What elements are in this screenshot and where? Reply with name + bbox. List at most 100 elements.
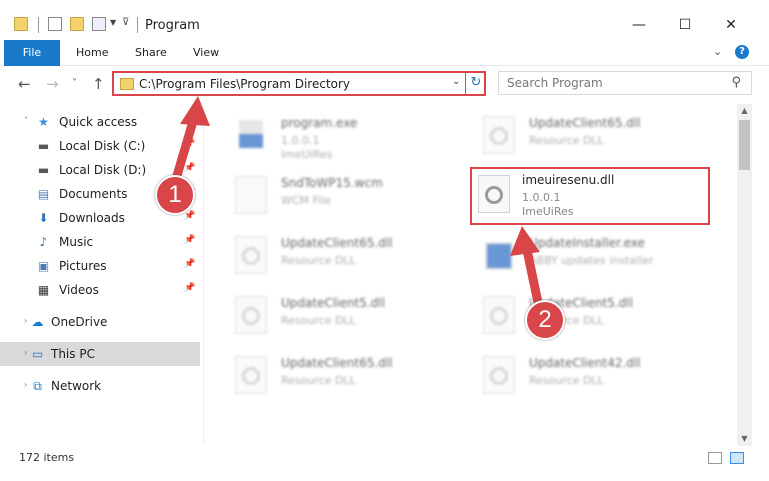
pin-icon: 📌 (184, 163, 196, 173)
documents-icon: ▤ (37, 187, 50, 201)
chevron-right-icon[interactable]: › (24, 380, 27, 389)
expand-ribbon-icon[interactable]: ⌄ (713, 45, 722, 58)
sidebar-item-label: This PC (51, 347, 95, 361)
maximize-button[interactable]: ☐ (662, 10, 708, 40)
dll-file-icon (478, 175, 510, 213)
divider (137, 17, 138, 33)
step-badge-1: 1 (155, 175, 195, 215)
cloud-icon: ☁ (31, 315, 44, 329)
exe-file-icon (235, 116, 267, 154)
sidebar-item-local-disk-c[interactable]: ▬ Local Disk (C:) 📌 (0, 134, 200, 158)
close-button[interactable]: ✕ (708, 10, 754, 40)
refresh-button[interactable]: ↻ (465, 73, 486, 94)
vertical-scrollbar[interactable]: ▲ ▼ (737, 104, 752, 446)
file-description: ABBY updates installer (529, 254, 654, 267)
list-item[interactable]: program.exe 1.0.0.1 ImeUiRes (215, 110, 455, 162)
pin-icon: 📌 (184, 211, 196, 221)
quick-access-toolbar-menu-icon[interactable]: ⊽ (122, 17, 129, 28)
star-icon: ★ (38, 115, 49, 129)
help-icon[interactable]: ? (735, 45, 749, 59)
sidebar-item-pictures[interactable]: ▣ Pictures 📌 (0, 254, 200, 278)
dll-file-icon (235, 236, 267, 274)
file-name: UpdateClient42.dll (529, 356, 641, 370)
list-item[interactable]: UpdateInstaller.exe ABBY updates install… (463, 230, 703, 282)
computer-icon: ▭ (31, 347, 44, 361)
file-type: Resource DLL (281, 254, 356, 267)
divider (203, 104, 204, 444)
search-box[interactable]: Search Program ⚲ (498, 71, 752, 95)
large-icons-view-icon[interactable] (730, 452, 744, 464)
pin-icon: 📌 (184, 283, 196, 293)
new-folder-icon[interactable] (70, 17, 84, 31)
music-icon: ♪ (39, 235, 48, 249)
tab-view[interactable]: View (193, 40, 219, 66)
file-name: imeuiresenu.dll (522, 173, 615, 187)
file-version: 1.0.0.1 (281, 134, 320, 147)
scroll-thumb[interactable] (739, 120, 750, 170)
file-version: 1.0.0.1 (522, 191, 561, 204)
pin-icon: 📌 (184, 235, 196, 245)
properties-icon[interactable] (48, 17, 62, 31)
back-button[interactable]: ← (18, 75, 31, 93)
highlighted-file-item[interactable]: imeuiresenu.dll 1.0.0.1 ImeUiRes (470, 167, 710, 225)
sidebar-item-label: Music (59, 235, 94, 249)
list-item[interactable]: UpdateClient65.dll Resource DLL (215, 350, 455, 402)
tab-home[interactable]: Home (76, 40, 108, 66)
list-item[interactable]: UpdateClient5.dll Resource DLL (215, 290, 455, 342)
minimize-button[interactable]: — (616, 10, 662, 40)
sidebar-item-label: Pictures (59, 259, 107, 273)
sidebar-item-label: Local Disk (C:) (59, 139, 146, 153)
search-input[interactable]: Search Program (507, 76, 603, 90)
up-button[interactable]: ↑ (92, 75, 105, 93)
sidebar-item-quick-access[interactable]: ˅ ★ Quick access (0, 110, 200, 134)
file-type: WCM File (281, 194, 331, 207)
chevron-down-icon[interactable]: ⌄ (452, 76, 460, 87)
list-item[interactable]: UpdateClient65.dll Resource DLL (463, 110, 703, 162)
tab-file[interactable]: File (4, 40, 60, 66)
pin-icon: 📌 (184, 259, 196, 269)
chevron-down-icon[interactable]: ▼ (110, 18, 116, 27)
installer-icon (483, 236, 515, 274)
list-item[interactable]: UpdateClient65.dll Resource DLL (215, 230, 455, 282)
search-icon[interactable]: ⚲ (731, 75, 741, 90)
dll-file-icon (235, 296, 267, 334)
dll-file-icon (483, 356, 515, 394)
file-name: UpdateClient65.dll (529, 116, 641, 130)
chevron-right-icon[interactable]: › (24, 316, 27, 325)
sidebar-item-onedrive[interactable]: › ☁ OneDrive (0, 310, 200, 334)
forward-button[interactable]: → (46, 75, 59, 93)
list-item[interactable]: SndToWP15.wcm WCM File (215, 170, 455, 222)
file-type: Resource DLL (529, 134, 604, 147)
file-list: program.exe 1.0.0.1 ImeUiRes UpdateClien… (205, 104, 737, 444)
tab-share[interactable]: Share (135, 40, 167, 66)
folder-icon (14, 17, 28, 31)
file-name: UpdateClient65.dll (281, 356, 393, 370)
sidebar-item-label: OneDrive (51, 315, 108, 329)
list-item[interactable]: UpdateClient42.dll Resource DLL (463, 350, 703, 402)
chevron-right-icon[interactable]: › (24, 348, 27, 357)
sidebar-item-this-pc[interactable]: › ▭ This PC (0, 342, 200, 366)
step-badge-2: 2 (525, 300, 565, 340)
item-count: 172 items (19, 451, 75, 464)
chevron-down-icon[interactable]: ˅ (24, 116, 28, 125)
file-icon (235, 176, 267, 214)
file-type: Resource DLL (529, 374, 604, 387)
file-type: Resource DLL (281, 314, 356, 327)
dll-file-icon (483, 116, 515, 154)
sidebar-item-music[interactable]: ♪ Music 📌 (0, 230, 200, 254)
address-path[interactable]: C:\Program Files\Program Directory (139, 77, 350, 91)
window-title: Program (145, 18, 200, 33)
scroll-down-icon[interactable]: ▼ (737, 432, 752, 446)
sidebar-item-videos[interactable]: ▦ Videos 📌 (0, 278, 200, 302)
file-name: UpdateClient65.dll (281, 236, 393, 250)
recent-locations-button[interactable]: ˅ (72, 78, 77, 89)
address-bar[interactable]: C:\Program Files\Program Directory ⌄ ↻ (112, 71, 486, 96)
dll-file-icon (235, 356, 267, 394)
customize-icon[interactable] (92, 17, 106, 31)
sidebar-item-network[interactable]: › ⧉ Network (0, 374, 200, 398)
details-view-icon[interactable] (708, 452, 722, 464)
list-item[interactable]: UpdateClient5.dll Resource DLL (463, 290, 703, 342)
scroll-up-icon[interactable]: ▲ (737, 104, 752, 118)
file-name: UpdateClient5.dll (281, 296, 385, 310)
pictures-icon: ▣ (37, 259, 50, 273)
